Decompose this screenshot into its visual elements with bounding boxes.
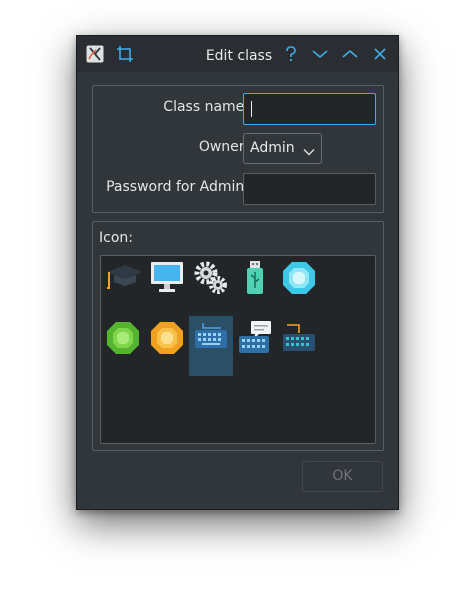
owner-select-value: Admin (250, 140, 295, 156)
monitor-icon[interactable] (145, 256, 189, 316)
owner-label: Owner: (198, 139, 249, 155)
keyboard-icon[interactable] (189, 316, 233, 376)
icon-list[interactable] (100, 255, 376, 444)
gears-icon[interactable] (189, 256, 233, 316)
orange-gem-icon[interactable] (145, 316, 189, 376)
password-label: Password for Admin: (106, 179, 249, 195)
chevron-down-icon (303, 144, 315, 160)
app-logo-icon[interactable] (84, 36, 106, 72)
text-caret (251, 101, 252, 117)
usb-stick-icon[interactable] (233, 256, 277, 316)
chevron-up-icon[interactable] (338, 36, 362, 72)
icon-label: Icon: (99, 230, 133, 246)
class-name-input[interactable] (243, 93, 376, 125)
password-input[interactable] (243, 173, 376, 205)
owner-select[interactable]: Admin (243, 133, 322, 164)
icon-group: Icon: (92, 221, 384, 451)
green-gem-icon[interactable] (101, 316, 145, 376)
keyboard-cable-icon[interactable] (277, 316, 321, 376)
ok-button[interactable]: OK (302, 461, 383, 492)
chevron-down-icon[interactable] (308, 36, 332, 72)
help-icon[interactable] (279, 36, 303, 72)
keyboard-chat-icon[interactable] (233, 316, 277, 376)
class-name-label: Class name: (163, 99, 249, 115)
edit-class-dialog: Edit class Class name: Owner: Admin Pass… (76, 35, 399, 510)
class-details-group: Class name: Owner: Admin Password for Ad… (92, 85, 384, 213)
close-icon[interactable] (368, 36, 392, 72)
cyan-gem-icon[interactable] (277, 256, 321, 316)
graduation-cap-icon[interactable] (101, 256, 145, 316)
title-bar[interactable]: Edit class (77, 36, 398, 72)
crop-icon[interactable] (114, 36, 136, 72)
